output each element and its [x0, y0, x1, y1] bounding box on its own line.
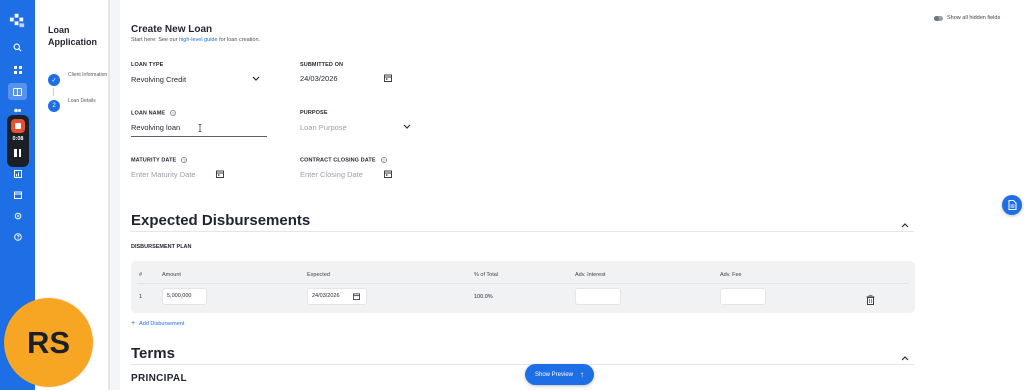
book-icon[interactable]	[8, 83, 27, 100]
page-subtitle: Start here: See our high-level guide for…	[131, 37, 260, 43]
main-content: Create New Loan Start here: See our high…	[110, 0, 1024, 390]
help-icon[interactable]: ?	[181, 157, 188, 163]
contract-closing-date-label: CONTRACT CLOSING DATE?	[300, 157, 387, 164]
loan-name-input[interactable]: Revolving loan	[131, 123, 180, 132]
settings-icon[interactable]	[10, 208, 25, 223]
show-preview-button[interactable]: Show Preview ↑	[525, 364, 594, 385]
row-index: 1	[139, 294, 143, 300]
trash-icon[interactable]	[866, 292, 875, 305]
terms-section-title: Terms	[131, 345, 175, 362]
column-header: Expected	[307, 272, 330, 278]
column-header: Amount	[162, 272, 181, 278]
step-label: Loan Details	[68, 98, 96, 104]
maturity-date-input[interactable]: Enter Maturity Date	[131, 170, 196, 179]
add-disbursement-link[interactable]: + Add Disbursement	[131, 320, 184, 327]
pause-recording-icon[interactable]	[14, 149, 22, 157]
step-connector	[53, 88, 54, 96]
help-icon[interactable]: ?	[170, 110, 177, 116]
purpose-select[interactable]: Loan Purpose	[300, 123, 347, 132]
section-divider	[131, 364, 914, 365]
calendar-icon[interactable]	[10, 187, 25, 202]
calendar-icon[interactable]	[383, 169, 393, 179]
step-label: Client Information	[68, 72, 108, 78]
guide-link[interactable]: high-level guide	[179, 37, 218, 43]
submitted-on-field[interactable]: 24/03/2026	[300, 74, 338, 83]
chevron-up-icon[interactable]	[901, 215, 910, 228]
submitted-on-label: SUBMITTED ON	[300, 62, 344, 68]
document-icon[interactable]	[1002, 195, 1022, 215]
step-number: 2	[48, 100, 60, 112]
table-header-divider	[137, 283, 909, 284]
maturity-date-label: MATURITY DATE?	[131, 157, 188, 164]
show-hidden-fields-toggle[interactable]: Show all hidden fields	[934, 13, 1000, 23]
calendar-icon[interactable]	[353, 293, 360, 300]
app-logo-icon[interactable]	[8, 10, 27, 29]
calendar-icon[interactable]	[215, 169, 225, 179]
chart-icon[interactable]	[10, 166, 25, 181]
expected-date-input[interactable]: 24/03/2026	[307, 288, 367, 305]
recording-time: 0:08	[12, 136, 24, 142]
adv-interest-input[interactable]	[575, 288, 621, 305]
toggle-switch[interactable]	[934, 15, 943, 21]
step-client-information[interactable]: ✓ Client Information	[48, 72, 110, 90]
column-header: Adv. Interest	[575, 272, 606, 278]
loan-name-label: LOAN NAME?	[131, 110, 177, 117]
step-check-icon: ✓	[48, 74, 60, 86]
loan-name-underline	[131, 136, 267, 137]
add-disbursement-label: Add Disbursement	[139, 321, 185, 327]
adv-fee-input[interactable]	[720, 288, 766, 305]
toggle-label: Show all hidden fields	[947, 15, 1001, 21]
percent-of-total: 100.0%	[474, 294, 493, 300]
main-gutter	[110, 0, 120, 390]
disbursement-plan-label: DISBURSEMENT PLAN	[131, 244, 192, 250]
screen-recorder: 0:08	[7, 115, 29, 167]
loan-type-select[interactable]: Revolving Credit	[131, 75, 186, 84]
purpose-label: PURPOSE	[300, 110, 328, 116]
grid-icon[interactable]	[10, 62, 25, 77]
stop-icon	[15, 123, 21, 129]
calendar-icon[interactable]	[383, 73, 393, 83]
subtitle-prefix: Start here: See our	[131, 37, 178, 43]
chevron-down-icon[interactable]	[251, 74, 261, 84]
stop-recording-button[interactable]	[11, 119, 25, 133]
disbursement-table: # Amount Expected % of Total Adv. Intere…	[131, 261, 915, 313]
loan-type-label: LOAN TYPE	[131, 62, 164, 68]
subtitle-suffix: for loan creation.	[219, 37, 261, 43]
section-divider	[131, 231, 914, 232]
steps-panel-title: Loan Application	[48, 25, 97, 47]
help-icon[interactable]	[10, 229, 25, 244]
text-cursor-icon	[197, 123, 203, 133]
principal-heading: PRINCIPAL	[131, 373, 187, 384]
column-header: Adv. Fee	[720, 272, 742, 278]
disbursements-section-title: Expected Disbursements	[131, 212, 311, 229]
avatar: RS	[4, 298, 93, 387]
help-icon[interactable]: ?	[380, 157, 387, 163]
show-preview-label: Show Preview	[534, 371, 573, 378]
step-loan-details[interactable]: 2 Loan Details	[48, 98, 110, 116]
plus-icon: +	[131, 320, 136, 327]
contract-closing-date-input[interactable]: Enter Closing Date	[300, 170, 363, 179]
search-icon[interactable]	[10, 40, 25, 55]
amount-input[interactable]: 5,000,000	[162, 288, 207, 305]
chevron-down-icon[interactable]	[402, 122, 412, 132]
column-header: #	[139, 272, 143, 278]
page-title: Create New Loan	[131, 24, 213, 35]
chevron-up-icon[interactable]	[901, 348, 910, 361]
app: 0:08 Loan Application ✓ Client Informati…	[0, 0, 1024, 390]
arrow-up-icon: ↑	[580, 370, 584, 379]
column-header: % of Total	[474, 272, 499, 278]
expected-date-value: 24/03/2026	[312, 293, 340, 299]
